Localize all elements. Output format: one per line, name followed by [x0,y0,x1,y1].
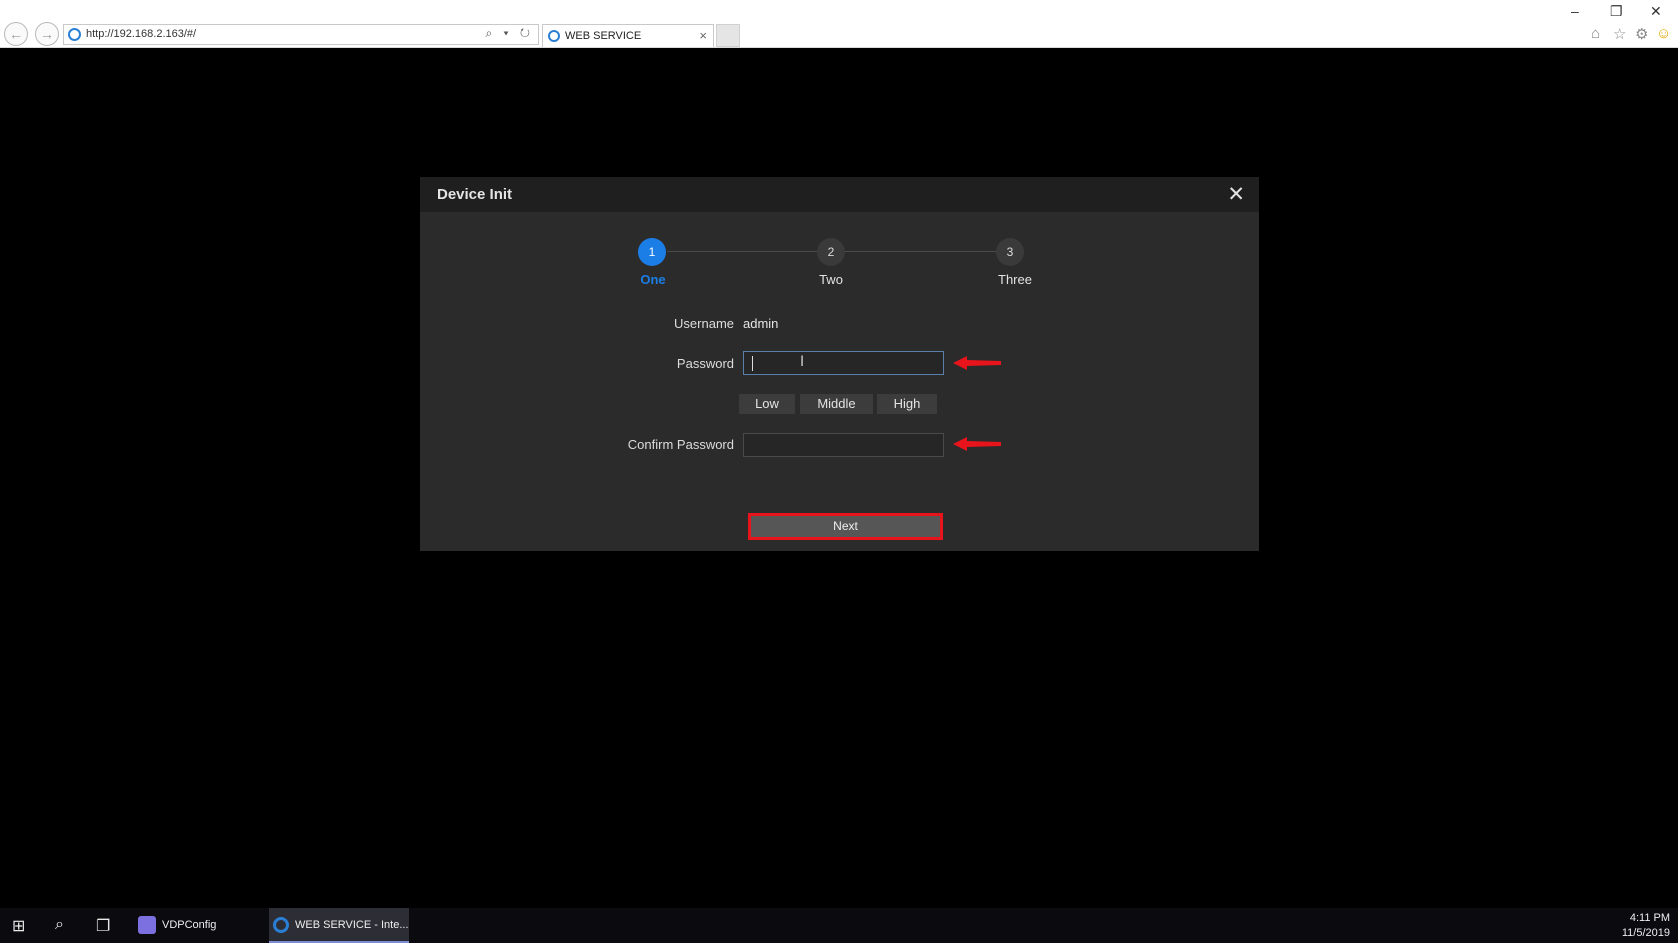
back-arrow-icon: ← [9,26,23,42]
address-url: http://192.168.2.163/#/ [86,28,197,40]
ie-tab-icon [548,30,560,42]
feedback-smiley-icon[interactable]: ☺ [1656,25,1671,42]
step-1-circle: 1 [638,238,666,266]
step-2-circle: 2 [817,238,845,266]
window-close-icon[interactable]: ✕ [1650,3,1662,20]
strength-low: Low [739,394,795,414]
text-cursor-icon: I [800,354,805,370]
confirm-password-input[interactable] [743,433,944,457]
new-tab-button[interactable] [716,24,740,47]
address-tools-icons[interactable]: ⌕ ▾ ↻ [485,26,534,41]
taskbar-clock[interactable]: 4:11 PM 11/5/2019 [1622,911,1670,941]
windows-start-icon[interactable]: ⊞ [12,916,25,936]
address-bar[interactable]: http://192.168.2.163/#/ ⌕ ▾ ↻ [63,24,539,45]
vdpconfig-app-icon [138,916,156,935]
dialog-title: Device Init [437,186,513,203]
tab-close-icon[interactable]: × [699,28,707,43]
minimize-icon[interactable]: – [1571,3,1579,19]
clock-time: 4:11 PM [1629,912,1670,924]
dialog-close-icon[interactable]: ✕ [1227,182,1245,207]
step-connector [845,251,1000,252]
settings-gear-icon[interactable]: ⚙ [1635,25,1648,43]
taskbar: ⊞ ⌕ ❐ VDPConfig WEB SERVICE - Inte... 4:… [0,908,1678,943]
step-2-label: Two [819,272,843,287]
taskbar-app-label: WEB SERVICE - Inte... [295,919,409,931]
step-connector [667,251,817,252]
taskbar-app-web-service[interactable]: WEB SERVICE - Inte... [269,908,409,943]
dialog-header: Device Init ✕ [420,177,1259,212]
red-arrow-annotation [953,437,1001,451]
step-1-label: One [640,272,666,287]
red-arrow-annotation [953,356,1001,370]
task-view-icon[interactable]: ❐ [96,916,110,936]
next-button[interactable]: Next [748,513,943,540]
clock-date: 11/5/2019 [1621,927,1670,939]
password-label: Password [676,356,734,371]
browser-chrome: ← → http://192.168.2.163/#/ ⌕ ▾ ↻ WEB SE… [0,0,1678,48]
taskbar-app-vdpconfig[interactable]: VDPConfig [134,908,266,943]
step-3-circle: 3 [996,238,1024,266]
strength-high: High [877,394,937,414]
search-icon[interactable]: ⌕ [55,916,64,934]
confirm-password-label: Confirm Password [627,437,734,452]
username-label: Username [674,316,734,331]
back-button[interactable]: ← [4,22,28,46]
forward-button[interactable]: → [35,22,59,46]
taskbar-app-label: VDPConfig [162,919,217,931]
device-init-dialog: Device Init ✕ 1 2 3 One Two Three Userna… [420,177,1259,551]
restore-icon[interactable]: ❐ [1610,3,1623,20]
internet-explorer-icon [273,917,289,934]
tab-web-service[interactable]: WEB SERVICE × [542,24,714,47]
home-icon[interactable]: ⌂ [1591,25,1600,42]
password-input[interactable]: I [743,351,944,375]
favorites-star-icon[interactable]: ☆ [1613,25,1626,43]
tab-title: WEB SERVICE [565,30,642,42]
strength-middle: Middle [800,394,873,414]
step-3-label: Three [998,272,1032,287]
forward-arrow-icon: → [40,26,54,42]
username-value: admin [743,316,779,331]
text-caret [752,356,753,371]
ie-site-icon [68,28,81,41]
